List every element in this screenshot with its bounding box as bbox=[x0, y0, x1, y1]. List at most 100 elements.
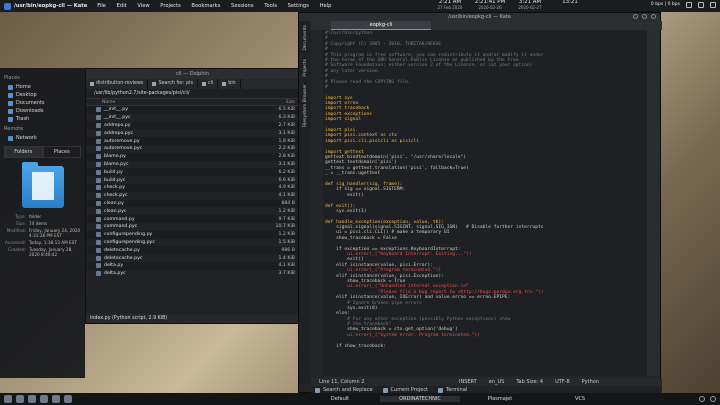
file-row[interactable]: blame.pyc 3.1 KiB bbox=[86, 161, 299, 169]
terminal-icon[interactable] bbox=[40, 395, 48, 403]
file-row[interactable]: addrepo.pyc 3.1 KiB bbox=[86, 129, 299, 137]
file-row[interactable]: addrepo.py 2.7 KiB bbox=[86, 121, 299, 130]
menu-projects[interactable]: Projects bbox=[160, 3, 180, 9]
kate-app-icon[interactable] bbox=[4, 2, 11, 10]
place-trash[interactable]: Trash bbox=[4, 115, 81, 123]
file-row[interactable]: blame.py 2.8 KiB bbox=[86, 152, 299, 161]
sidetab-projects[interactable]: Projects bbox=[303, 59, 308, 77]
file-info: Type: folder Size: 74 items Modified: Frida… bbox=[5, 214, 81, 257]
menu-file[interactable]: File bbox=[97, 3, 106, 9]
clock-2[interactable]: 2:21:41 PM 2020-02-26 bbox=[470, 0, 510, 10]
place-desktop[interactable]: Desktop bbox=[4, 91, 81, 99]
place-downloads[interactable]: Downloads bbox=[4, 107, 81, 115]
file-size: 4.1 KiB bbox=[278, 193, 295, 199]
code-editor[interactable]: #!/usr/bin/python # # Copyright (C) 2005 -… bbox=[311, 30, 649, 376]
clock-4[interactable]: 13:21 bbox=[550, 0, 590, 10]
sidetab-documents[interactable]: Documents bbox=[303, 25, 308, 51]
file-row[interactable]: deletecache.pyc 1.4 KiB bbox=[86, 254, 299, 262]
desktop-plasmajet[interactable]: Plasmajet bbox=[460, 396, 540, 402]
file-size: 986 B bbox=[281, 247, 295, 253]
input-mode[interactable]: INSERT bbox=[459, 379, 477, 385]
menu-settings[interactable]: Settings bbox=[288, 3, 309, 9]
place-documents[interactable]: Documents bbox=[4, 99, 81, 107]
volume-icon[interactable] bbox=[686, 2, 692, 8]
tab-folders[interactable]: Folders bbox=[4, 146, 43, 158]
global-menu: File Edit View Projects Bookmarks Sessio… bbox=[97, 3, 340, 9]
file-row[interactable]: autoremove.py 1.8 KiB bbox=[86, 137, 299, 145]
home-icon bbox=[8, 84, 13, 90]
file-size: 3.1 KiB bbox=[278, 161, 295, 167]
browser-icon[interactable] bbox=[16, 395, 24, 403]
dolphin-titlebar[interactable]: cli — Dolphin bbox=[86, 69, 299, 79]
tab-size[interactable]: Tab Size: 4 bbox=[516, 379, 543, 385]
location-bar[interactable]: /usr/lib/python2.7/site-packages/pisi/cl… bbox=[86, 89, 299, 99]
network-icon[interactable] bbox=[698, 2, 704, 8]
place-network[interactable]: Network bbox=[4, 134, 81, 142]
doc-tab-eopkg-cli[interactable]: eopkg-cli bbox=[331, 21, 431, 30]
file-row[interactable]: delta.py 4.1 KiB bbox=[86, 261, 299, 270]
power-icon[interactable] bbox=[710, 396, 716, 402]
place-home[interactable]: Home bbox=[4, 83, 81, 91]
close-icon[interactable] bbox=[651, 14, 656, 19]
kate-window: /usr/bin/eopkg-cli — Kate Documents Proj… bbox=[298, 12, 662, 394]
kate-titlebar[interactable]: /usr/bin/eopkg-cli — Kate bbox=[299, 13, 660, 21]
menu-view[interactable]: View bbox=[137, 3, 149, 9]
editor-icon[interactable] bbox=[52, 395, 60, 403]
cursor-position[interactable]: Line 11, Column 2 bbox=[319, 379, 459, 385]
desktop-default[interactable]: Default bbox=[300, 396, 380, 402]
tab-distribution-reviews[interactable]: distribution-reviews bbox=[86, 79, 149, 89]
file-row[interactable]: check.py 4.9 KiB bbox=[86, 183, 299, 192]
menu-bookmarks[interactable]: Bookmarks bbox=[191, 3, 220, 9]
taskbar: Default ORDINATECHNIC Plasmajet VCS bbox=[0, 393, 720, 405]
size-column[interactable]: Size bbox=[286, 100, 295, 105]
minimap-scrollbar[interactable] bbox=[647, 30, 660, 376]
minimize-icon[interactable] bbox=[633, 14, 638, 19]
clock-1[interactable]: 2:21 AM 27 Feb 2020 bbox=[430, 0, 470, 10]
tab-places[interactable]: Places bbox=[42, 146, 81, 158]
python-file-icon bbox=[96, 107, 101, 113]
notification-icon[interactable] bbox=[699, 396, 705, 402]
sidetab-filesystem[interactable]: Filesystem Browser bbox=[303, 84, 308, 127]
window-controls bbox=[633, 14, 656, 19]
file-row[interactable]: command.pyc 10.7 KiB bbox=[86, 223, 299, 231]
menu-sessions[interactable]: Sessions bbox=[231, 3, 254, 9]
file-row[interactable]: clean.py 884 B bbox=[86, 199, 299, 208]
file-name: build.py bbox=[104, 169, 123, 175]
syntax-mode[interactable]: Python bbox=[582, 379, 599, 385]
maximize-icon[interactable] bbox=[642, 14, 647, 19]
python-file-icon bbox=[96, 239, 101, 245]
menu-icon[interactable] bbox=[710, 2, 716, 8]
python-file-icon bbox=[96, 161, 101, 167]
tab-cli[interactable]: cli bbox=[198, 79, 219, 89]
file-row[interactable]: delta.pyc 3.7 KiB bbox=[86, 270, 299, 278]
tab-search[interactable]: Search for: pis bbox=[148, 79, 198, 89]
clock-3[interactable]: 3:21 AM 2020-02-27 bbox=[510, 0, 550, 10]
file-row[interactable]: autoremove.pyc 2.2 KiB bbox=[86, 145, 299, 153]
desktop-ordinatechnic[interactable]: ORDINATECHNIC bbox=[380, 396, 460, 402]
encoding[interactable]: UTF-8 bbox=[555, 379, 570, 385]
file-row[interactable]: deletecache.py 986 B bbox=[86, 246, 299, 255]
files-icon[interactable] bbox=[28, 395, 36, 403]
launcher-icon[interactable] bbox=[4, 395, 12, 403]
menu-tools[interactable]: Tools bbox=[264, 3, 277, 9]
file-row[interactable]: clean.pyc 1.2 KiB bbox=[86, 207, 299, 215]
dictionary[interactable]: en_US bbox=[489, 379, 505, 385]
clocks: 2:21 AM 27 Feb 2020 2:21:41 PM 2020-02-26 … bbox=[430, 0, 590, 10]
file-size: 6.6 KiB bbox=[278, 177, 295, 183]
settings-icon[interactable] bbox=[64, 395, 72, 403]
file-row[interactable]: build.py 6.2 KiB bbox=[86, 168, 299, 177]
panel-tabs: Folders Places bbox=[4, 146, 81, 158]
folder-icon bbox=[222, 82, 227, 86]
file-row[interactable]: build.pyc 6.6 KiB bbox=[86, 176, 299, 184]
file-row[interactable]: configurepending.pyc 1.5 KiB bbox=[86, 239, 299, 247]
menu-help[interactable]: Help bbox=[320, 3, 332, 9]
tab-bin[interactable]: bin bbox=[218, 79, 241, 89]
file-row[interactable]: __init__.pyc 6.3 KiB bbox=[86, 114, 299, 122]
file-row[interactable]: configurepending.py 1.2 KiB bbox=[86, 230, 299, 239]
file-row[interactable]: command.py 9.7 KiB bbox=[86, 215, 299, 223]
file-row[interactable]: check.pyc 4.1 KiB bbox=[86, 192, 299, 200]
desktop-vcs[interactable]: VCS bbox=[540, 396, 620, 402]
name-column[interactable]: Name bbox=[90, 100, 286, 105]
file-row[interactable]: __init__.py 6.5 KiB bbox=[86, 106, 299, 114]
menu-edit[interactable]: Edit bbox=[117, 3, 127, 9]
